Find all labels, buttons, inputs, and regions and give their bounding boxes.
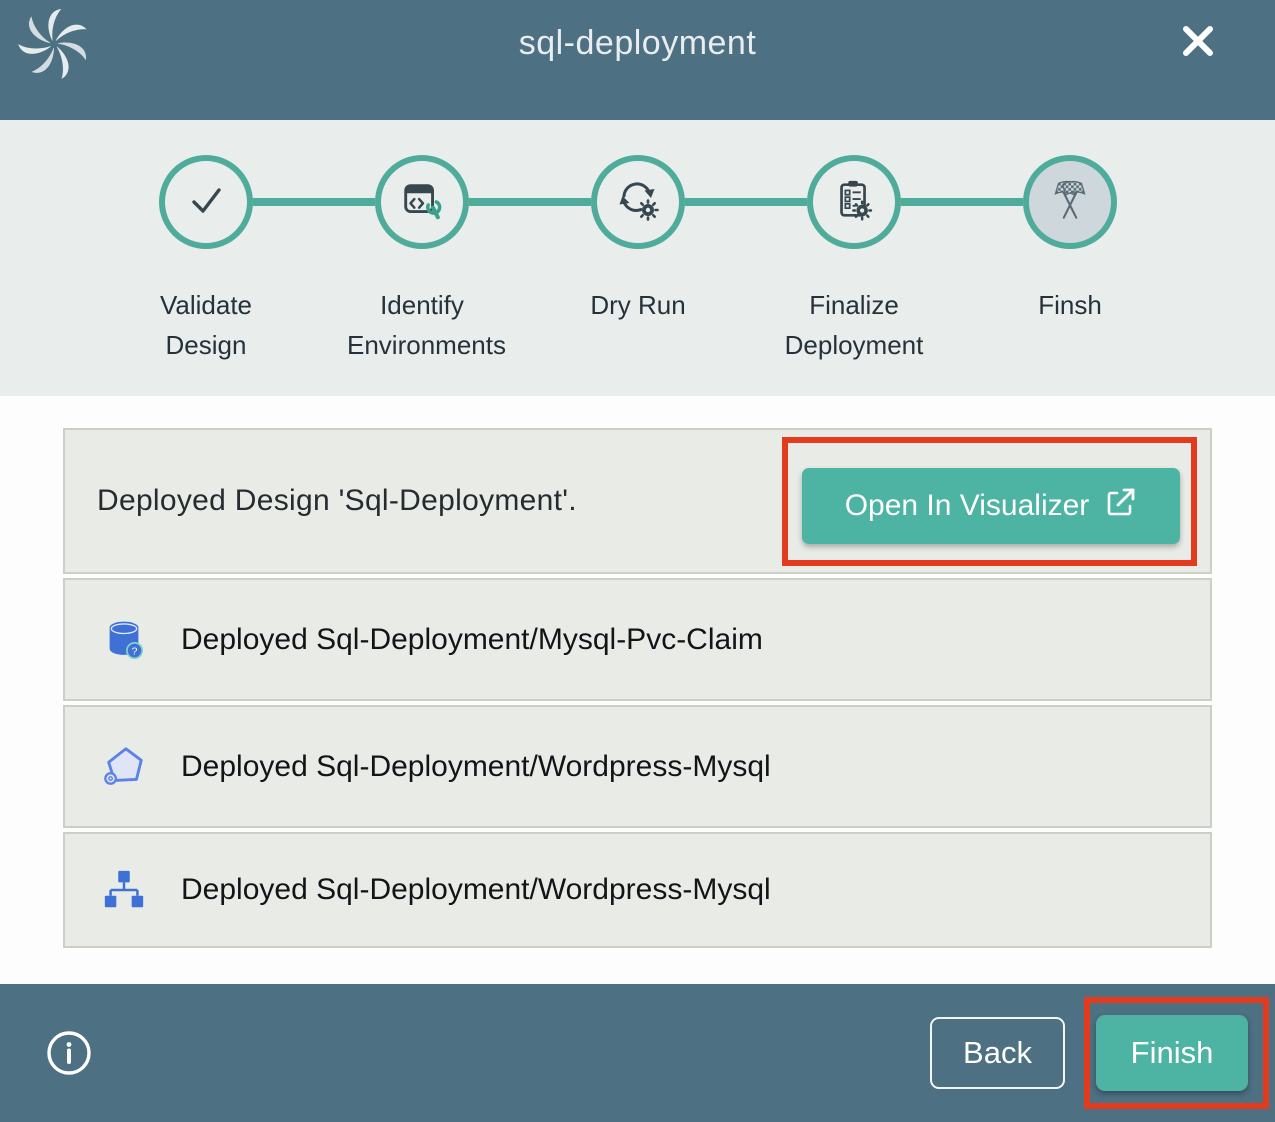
step-dry-run[interactable]: [591, 155, 685, 249]
svg-text:?: ?: [132, 645, 138, 657]
step-finish[interactable]: [1023, 155, 1117, 249]
pentagon-icon: [101, 744, 147, 790]
external-link-icon: [1105, 486, 1137, 526]
dialog-footer: Back Finish: [0, 984, 1275, 1122]
code-config-icon: [399, 177, 445, 228]
step-label-finalize-deployment: Finalize Deployment: [779, 285, 929, 365]
stepper-connector: [901, 198, 1023, 206]
open-in-visualizer-button[interactable]: Open In Visualizer: [802, 468, 1180, 544]
database-icon: ?: [101, 617, 147, 663]
stepper-connector: [253, 198, 375, 206]
deployed-resource-text: Deployed Sql-Deployment/Mysql-Pvc-Claim: [181, 623, 763, 657]
dialog-header: sql-deployment: [0, 0, 1275, 120]
check-icon: [182, 176, 230, 229]
step-identify-environments[interactable]: [375, 155, 469, 249]
deployed-resource-text: Deployed Sql-Deployment/Wordpress-Mysql: [181, 750, 771, 784]
deployed-resource-row: ? Deployed Sql-Deployment/Mysql-Pvc-Clai…: [63, 578, 1212, 701]
finish-button[interactable]: Finish: [1096, 1015, 1248, 1091]
step-label-dry-run: Dry Run: [563, 285, 713, 325]
hierarchy-icon: [101, 867, 147, 913]
stepper-connector: [469, 198, 591, 206]
step-label-identify-environments: Identify Environments: [347, 285, 497, 365]
deployed-resource-text: Deployed Sql-Deployment/Wordpress-Mysql: [181, 873, 771, 907]
checklist-gear-icon: [831, 177, 877, 228]
step-validate-design[interactable]: [159, 155, 253, 249]
back-button[interactable]: Back: [930, 1017, 1065, 1089]
step-label-validate-design: Validate Design: [131, 285, 281, 365]
step-finalize-deployment[interactable]: [807, 155, 901, 249]
stepper-connector: [685, 198, 807, 206]
dialog-title: sql-deployment: [0, 24, 1275, 63]
step-label-finish: Finsh: [995, 285, 1145, 325]
deployment-stepper: Validate Design Identify Environments: [0, 120, 1275, 396]
close-icon[interactable]: [1172, 16, 1224, 68]
deployed-resource-row: Deployed Sql-Deployment/Wordpress-Mysql: [63, 705, 1212, 828]
dry-run-sync-gear-icon: [614, 176, 662, 229]
finish-flags-icon: [1045, 175, 1095, 230]
deployed-resource-row: Deployed Sql-Deployment/Wordpress-Mysql: [63, 832, 1212, 948]
open-in-visualizer-label: Open In Visualizer: [845, 489, 1090, 523]
info-icon[interactable]: [45, 1029, 93, 1077]
deployment-dialog: sql-deployment Validate Design: [0, 0, 1275, 1122]
deployed-design-row: Deployed Design 'Sql-Deployment'. Open I…: [63, 428, 1212, 574]
deployed-design-text: Deployed Design 'Sql-Deployment'.: [97, 484, 577, 518]
